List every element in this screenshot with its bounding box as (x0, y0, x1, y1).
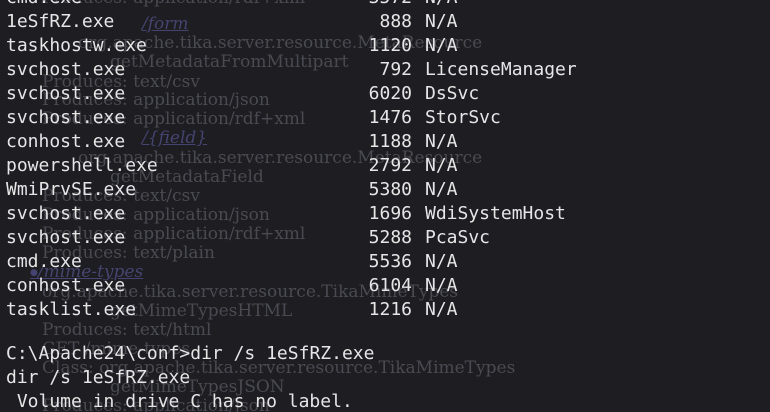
process-name: tasklist.exe (6, 299, 137, 320)
terminal-output: cmd.exe 3572 N/A 1eSfRZ.exe 888 N/A taskhostw.… (0, 0, 770, 412)
process-name: WmiPrvSE.exe (6, 179, 137, 200)
command-prompt-line[interactable]: C:\Apache24\conf>dir /s 1eSfRZ.exe (6, 342, 374, 366)
process-name: powershell.exe (6, 155, 158, 176)
process-pid: 2792 (368, 155, 412, 176)
process-pid: 888 (379, 11, 412, 32)
process-pid: 5380 (368, 179, 412, 200)
process-service: N/A (425, 299, 458, 320)
process-service: WdiSystemHost (425, 203, 566, 224)
process-name: svchost.exe (6, 203, 126, 224)
process-pid: 1476 (368, 107, 412, 128)
process-service: N/A (425, 179, 458, 200)
process-service: LicenseManager (425, 59, 577, 80)
process-pid: 5288 (368, 227, 412, 248)
process-name: svchost.exe (6, 227, 126, 248)
process-service: PcaSvc (425, 227, 491, 248)
process-service: N/A (425, 131, 458, 152)
process-service: N/A (425, 251, 458, 272)
process-service: N/A (425, 155, 458, 176)
process-pid: 6104 (368, 275, 412, 296)
process-name: svchost.exe (6, 59, 126, 80)
prompt-command[interactable]: dir /s 1eSfRZ.exe (190, 343, 374, 364)
process-name: 1eSfRZ.exe (6, 11, 115, 32)
process-name: svchost.exe (6, 83, 126, 104)
process-name: svchost.exe (6, 107, 126, 128)
output-line: Volume in drive C has no label. (6, 391, 353, 412)
process-name: cmd.exe (6, 0, 82, 10)
process-name: taskhostw.exe (6, 35, 147, 56)
process-pid: 6020 (368, 83, 412, 104)
process-service: N/A (425, 275, 458, 296)
command-echo-line: dir /s 1eSfRZ.exe (6, 367, 191, 388)
process-name: conhost.exe (6, 275, 126, 296)
process-pid: 1120 (368, 35, 412, 56)
process-service: DsSvc (425, 83, 480, 104)
process-pid: 1696 (368, 203, 412, 224)
process-pid: 5536 (368, 251, 412, 272)
process-name: cmd.exe (6, 251, 82, 272)
process-pid: 1216 (368, 299, 412, 320)
process-service: N/A (425, 0, 458, 10)
process-name: conhost.exe (6, 131, 126, 152)
process-pid: 3572 (292, 0, 412, 10)
prompt-path: C:\Apache24\conf> (6, 343, 191, 364)
process-service: N/A (425, 35, 458, 56)
process-pid: 1188 (368, 131, 412, 152)
process-service: StorSvc (425, 107, 501, 128)
terminal-window[interactable]: Produces: application/rdf+xml/formorg.ap… (0, 0, 770, 412)
process-service: N/A (425, 11, 458, 32)
process-pid: 792 (379, 59, 412, 80)
